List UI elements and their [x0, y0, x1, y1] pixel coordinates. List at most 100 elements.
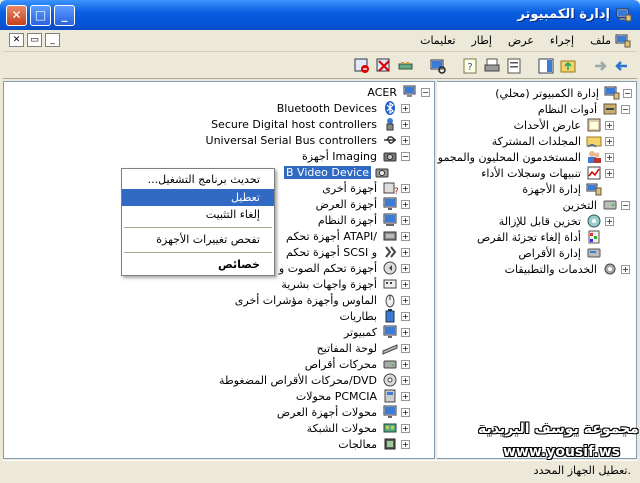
close-button[interactable]: ✕ — [6, 5, 27, 26]
tree-expand-toggle[interactable]: + — [401, 231, 410, 241]
show-hide-tree-icon[interactable] — [537, 57, 555, 75]
update-driver-menu-item[interactable]: تحديث برنامج التشغيل... — [122, 171, 274, 188]
tree-item-defragmenter[interactable]: أداة إلغاء تجزئة القرص — [475, 229, 602, 245]
tree-item-removable-storage[interactable]: + تخزين قابل للإزالة — [497, 213, 614, 229]
tree-expand-toggle[interactable]: + — [621, 264, 630, 274]
tree-expand-toggle[interactable]: + — [605, 168, 614, 178]
tree-expand-toggle[interactable]: + — [401, 439, 410, 449]
back-arrow-icon[interactable] — [613, 57, 631, 75]
title-bar[interactable]: ✕ □ _ إدارة الكمبيوتر — [0, 0, 640, 30]
tree-item-device-manager[interactable]: إدارة الأجهزة — [520, 181, 602, 197]
mdi-restore-button[interactable]: ▭ — [27, 33, 42, 47]
device-category[interactable]: + لوحة المفاتيح — [315, 340, 410, 356]
device-item-selected[interactable]: B Video Device — [284, 164, 390, 180]
window-icon[interactable] — [615, 33, 631, 49]
tree-collapse-toggle[interactable]: − — [621, 104, 630, 114]
maximize-button[interactable]: □ — [30, 5, 51, 26]
help-icon[interactable]: ? — [461, 57, 479, 75]
menu-help[interactable]: تعليمات — [420, 34, 455, 47]
device-category[interactable]: + أجهزة تحكم SCSI و — [284, 244, 410, 260]
console-tree-pane[interactable]: − إدارة الكمبيوتر (محلي) − أدوات النظام … — [436, 81, 637, 459]
tree-expand-toggle[interactable]: + — [401, 103, 410, 113]
device-category[interactable]: + Secure Digital host controllers — [209, 116, 410, 132]
tree-item-local-users[interactable]: + المستخدمون المحليون والمجموعات — [437, 149, 614, 165]
print-icon[interactable] — [483, 57, 501, 75]
tree-collapse-toggle[interactable]: − — [623, 88, 632, 98]
tree-expand-toggle[interactable]: + — [401, 183, 410, 193]
device-category[interactable]: + أجهزة تحكم الصوت و — [277, 260, 410, 276]
device-category[interactable]: + محركات أقراص — [303, 356, 410, 372]
device-category[interactable]: + محولات الشبكة — [305, 420, 410, 436]
forward-arrow-icon[interactable] — [591, 57, 609, 75]
properties-menu-item[interactable]: خصائص — [122, 256, 274, 273]
device-category[interactable]: + ? أجهزة أخرى — [320, 180, 410, 196]
uninstall-menu-item[interactable]: إلغاء التثبيت — [122, 206, 274, 223]
device-category[interactable]: + محولات أجهزة العرض — [275, 404, 410, 420]
tree-item-event-viewer[interactable]: + عارض الأحداث — [512, 117, 614, 133]
tree-expand-toggle[interactable]: + — [401, 119, 410, 129]
tree-item-system-tools[interactable]: − أدوات النظام — [536, 101, 630, 117]
network-adapter-icon — [383, 423, 397, 433]
tree-item-label: أدوات النظام — [537, 102, 597, 116]
device-category[interactable]: + كمبيوتر — [342, 324, 410, 340]
device-category[interactable]: + Universal Serial Bus controllers — [204, 132, 410, 148]
tree-collapse-toggle[interactable]: − — [401, 151, 410, 161]
scan-hardware-menu-item[interactable]: تفحص تغييرات الأجهزة — [122, 231, 274, 248]
device-category[interactable]: + أجهزة العرض — [314, 196, 410, 212]
device-category[interactable]: + محولات PCMCIA — [294, 388, 410, 404]
tree-expand-toggle[interactable]: + — [401, 295, 410, 305]
tree-expand-toggle[interactable]: + — [401, 359, 410, 369]
tree-collapse-toggle[interactable]: − — [621, 200, 630, 210]
tree-expand-toggle[interactable]: + — [401, 279, 410, 289]
tree-item-shared-folders[interactable]: + المجلدات المشتركة — [490, 133, 614, 149]
tree-expand-toggle[interactable]: + — [401, 311, 410, 321]
menu-view[interactable]: عرض — [508, 34, 534, 47]
tree-expand-toggle[interactable]: + — [401, 263, 410, 273]
tree-expand-toggle[interactable]: + — [401, 247, 410, 257]
device-category[interactable]: + محركات الأقراص المضغوطة/DVD — [217, 372, 410, 388]
tree-expand-toggle[interactable]: + — [605, 136, 614, 146]
disable-device-icon[interactable] — [353, 57, 371, 75]
device-category[interactable]: + أجهزة واجهات بشرية — [279, 276, 410, 292]
update-driver-icon[interactable] — [397, 57, 415, 75]
tree-expand-toggle[interactable]: + — [605, 152, 614, 162]
tree-expand-toggle[interactable]: + — [401, 135, 410, 145]
menu-action[interactable]: إجراء — [550, 34, 574, 47]
tree-item-disk-management[interactable]: إدارة الأقراص — [516, 245, 602, 261]
tree-item-performance-logs[interactable]: + تنبيهات وسجلات الأداء — [479, 165, 614, 181]
disable-menu-item[interactable]: تعطيل — [122, 189, 274, 206]
tree-expand-toggle[interactable]: + — [605, 216, 614, 226]
device-category[interactable]: + أجهزة النظام — [316, 212, 410, 228]
tree-expand-toggle[interactable]: + — [401, 199, 410, 209]
tree-expand-toggle[interactable]: + — [401, 423, 410, 433]
system-tools-icon — [603, 103, 617, 115]
mdi-minimize-button[interactable]: _ — [45, 33, 60, 47]
tree-item-services-apps[interactable]: + الخدمات والتطبيقات — [503, 261, 630, 277]
device-category[interactable]: + بطاريات — [337, 308, 410, 324]
device-category[interactable]: + Bluetooth Devices — [275, 100, 410, 116]
tree-expand-toggle[interactable]: + — [401, 327, 410, 337]
tree-expand-toggle[interactable]: + — [401, 215, 410, 225]
properties-icon[interactable] — [505, 57, 523, 75]
device-category[interactable]: − أجهزة Imaging — [300, 148, 410, 164]
device-root[interactable]: − ACER — [365, 84, 430, 100]
device-category[interactable]: + أجهزة تحكم ATAPI/ — [284, 228, 410, 244]
tree-expand-toggle[interactable]: + — [401, 391, 410, 401]
menu-file[interactable]: ملف — [590, 34, 611, 47]
up-folder-icon[interactable] — [559, 57, 577, 75]
minimize-button[interactable]: _ — [54, 5, 75, 26]
device-category[interactable]: + الماوس وأجهزة مؤشرات أخرى — [233, 292, 410, 308]
tree-expand-toggle[interactable]: + — [401, 343, 410, 353]
mdi-close-button[interactable]: ✕ — [9, 33, 24, 47]
tree-expand-toggle[interactable]: + — [605, 120, 614, 130]
uninstall-icon[interactable] — [375, 57, 393, 75]
menu-window[interactable]: إطار — [472, 34, 492, 47]
tree-expand-toggle[interactable]: + — [401, 407, 410, 417]
scan-hardware-icon[interactable] — [429, 57, 447, 75]
tree-root[interactable]: − إدارة الكمبيوتر (محلي) — [493, 85, 632, 101]
tree-expand-toggle[interactable]: + — [401, 375, 410, 385]
users-icon — [588, 151, 601, 163]
tree-collapse-toggle[interactable]: − — [421, 87, 430, 97]
device-category[interactable]: + معالجات — [336, 436, 410, 452]
tree-item-storage[interactable]: − التخزين — [561, 197, 630, 213]
